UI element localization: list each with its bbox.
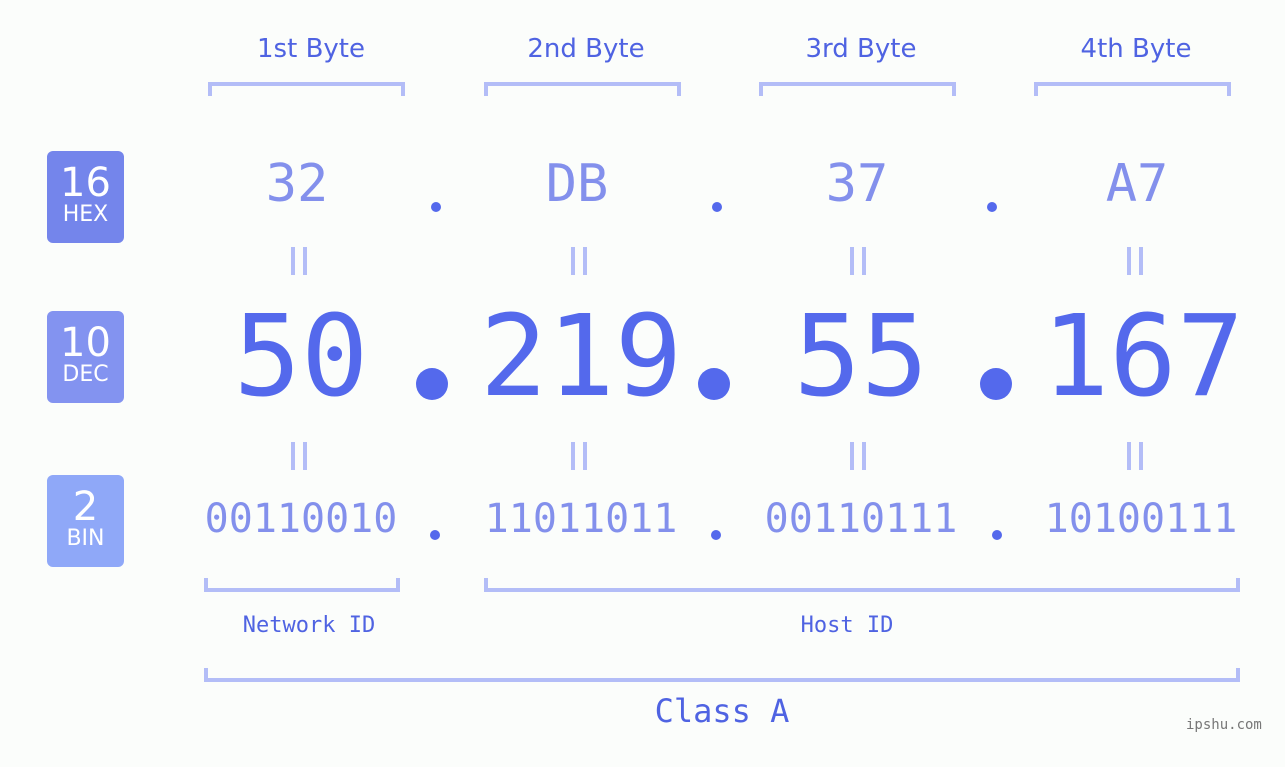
host-id-label: Host ID (800, 613, 894, 638)
byte-bracket-1 (208, 82, 405, 96)
dec-value-2: 219 (479, 292, 683, 422)
hex-badge: 16 HEX (47, 151, 124, 243)
dec-separator-dot (698, 368, 730, 400)
hex-value-2: DB (545, 154, 609, 214)
class-bracket (204, 668, 1240, 682)
bin-badge: 2 BIN (47, 475, 124, 567)
bin-value-4: 10100111 (1044, 496, 1238, 542)
byte-bracket-3 (759, 82, 956, 96)
byte-bracket-4 (1034, 82, 1231, 96)
hex-separator-dot (431, 202, 441, 212)
dec-badge: 10 DEC (47, 311, 124, 403)
class-label: Class A (654, 692, 790, 730)
equals-icon (571, 442, 591, 472)
bin-separator-dot (992, 530, 1002, 540)
hex-badge-label: HEX (62, 202, 109, 227)
hex-badge-number: 16 (60, 160, 111, 206)
equals-icon (1127, 442, 1147, 472)
byte-label-4: 4th Byte (1080, 34, 1192, 64)
dec-value-3: 55 (793, 292, 929, 422)
dec-badge-label: DEC (62, 362, 109, 387)
hex-value-3: 37 (825, 154, 889, 214)
bin-badge-number: 2 (72, 484, 99, 530)
hex-separator-dot (987, 202, 997, 212)
dec-separator-dot (980, 368, 1012, 400)
bin-value-2: 11011011 (484, 496, 678, 542)
equals-icon (850, 442, 870, 472)
bin-value-3: 00110111 (764, 496, 958, 542)
hex-value-1: 32 (265, 154, 329, 214)
byte-label-1: 1st Byte (257, 34, 365, 64)
equals-icon (571, 247, 591, 277)
dec-value-4: 167 (1041, 292, 1245, 422)
equals-icon (1127, 247, 1147, 277)
network-id-bracket (204, 578, 400, 592)
byte-label-2: 2nd Byte (527, 34, 645, 64)
bin-separator-dot (430, 530, 440, 540)
hex-separator-dot (712, 202, 722, 212)
equals-icon (850, 247, 870, 277)
hex-value-4: A7 (1105, 154, 1169, 214)
byte-bracket-2 (484, 82, 681, 96)
dec-badge-number: 10 (60, 320, 111, 366)
equals-icon (291, 442, 311, 472)
bin-badge-label: BIN (66, 526, 105, 551)
bin-separator-dot (711, 530, 721, 540)
equals-icon (291, 247, 311, 277)
dec-value-1: 50 (233, 292, 369, 422)
host-id-bracket (484, 578, 1240, 592)
byte-label-3: 3rd Byte (805, 34, 917, 64)
network-id-label: Network ID (242, 613, 376, 638)
watermark: ipshu.com (1186, 717, 1262, 733)
bin-value-1: 00110010 (204, 496, 398, 542)
dec-separator-dot (416, 368, 448, 400)
